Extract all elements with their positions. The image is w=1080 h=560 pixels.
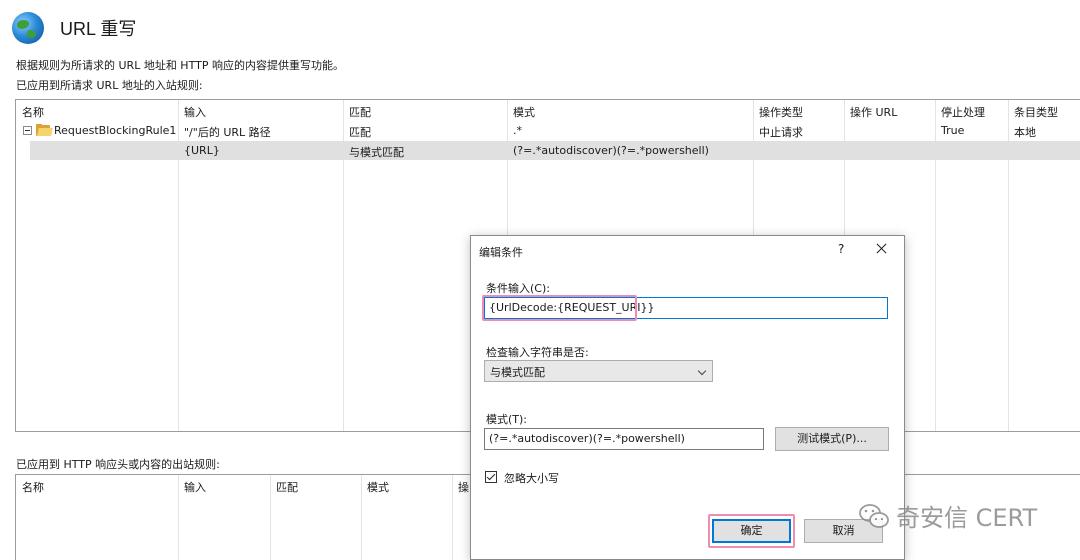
rule-stop-processing: True (941, 124, 965, 137)
dialog-title: 编辑条件 (479, 246, 523, 259)
test-pattern-button[interactable]: 测试模式(P)... (775, 427, 889, 451)
column-header-entry-type[interactable]: 条目类型 (1014, 104, 1058, 120)
inbound-rules-label: 已应用到所请求 URL 地址的入站规则: (16, 79, 203, 92)
rule-action-type: 中止请求 (759, 126, 803, 139)
rule-entry-type: 本地 (1014, 126, 1036, 139)
column-header-name[interactable]: 名称 (22, 104, 44, 120)
column-header-match[interactable]: 匹配 (276, 479, 298, 495)
folder-icon (36, 124, 53, 136)
column-header-pattern[interactable]: 模式 (367, 479, 389, 495)
collapse-toggle-icon[interactable] (23, 126, 32, 135)
ignore-case-label: 忽略大小写 (504, 472, 559, 485)
column-header-pattern[interactable]: 模式 (513, 104, 535, 120)
check-input-select[interactable]: 与模式匹配 (484, 360, 713, 382)
edit-condition-dialog: 编辑条件 ? 条件输入(C): {UrlDecode:{REQUEST_URI}… (470, 235, 905, 560)
pattern-input-field[interactable]: (?=.*autodiscover)(?=.*powershell) (484, 428, 764, 450)
watermark-text: 奇安信 CERT (896, 504, 1038, 532)
column-header-match[interactable]: 匹配 (349, 104, 371, 120)
chevron-down-icon (697, 366, 707, 376)
condition-match: 与模式匹配 (349, 146, 404, 159)
column-header-action[interactable]: 操 (458, 479, 469, 495)
column-header-stop-processing[interactable]: 停止处理 (941, 104, 985, 120)
rule-pattern: .* (513, 124, 522, 137)
ignore-case-checkbox[interactable] (485, 471, 497, 483)
column-header-input[interactable]: 输入 (184, 104, 206, 120)
check-input-value: 与模式匹配 (490, 366, 545, 379)
rule-name[interactable]: RequestBlockingRule1 (54, 124, 176, 137)
help-button[interactable]: ? (838, 242, 844, 256)
rule-input: "/"后的 URL 路径 (184, 126, 271, 139)
wechat-logo-icon (859, 503, 889, 528)
globe-icon (12, 12, 44, 44)
condition-pattern: (?=.*autodiscover)(?=.*powershell) (513, 144, 709, 157)
close-icon[interactable] (871, 238, 893, 260)
highlight-box (482, 295, 637, 321)
column-header-action-type[interactable]: 操作类型 (759, 104, 803, 120)
pattern-label: 模式(T): (486, 413, 528, 426)
condition-input-label: 条件输入(C): (486, 282, 550, 295)
outbound-rules-label: 已应用到 HTTP 响应头或内容的出站规则: (16, 458, 220, 471)
check-input-label: 检查输入字符串是否: (486, 346, 589, 359)
column-header-action-url[interactable]: 操作 URL (850, 104, 897, 120)
rule-match: 匹配 (349, 126, 371, 139)
page-description: 根据规则为所请求的 URL 地址和 HTTP 响应的内容提供重写功能。 (16, 59, 344, 72)
page-header: URL 重写 (12, 10, 136, 46)
watermark: 奇安信 CERT (858, 498, 1037, 533)
column-header-input[interactable]: 输入 (184, 479, 206, 495)
column-header-name[interactable]: 名称 (22, 479, 44, 495)
condition-input: {URL} (184, 144, 220, 157)
page-title: URL 重写 (60, 19, 137, 39)
ok-button[interactable]: 确定 (712, 519, 791, 543)
